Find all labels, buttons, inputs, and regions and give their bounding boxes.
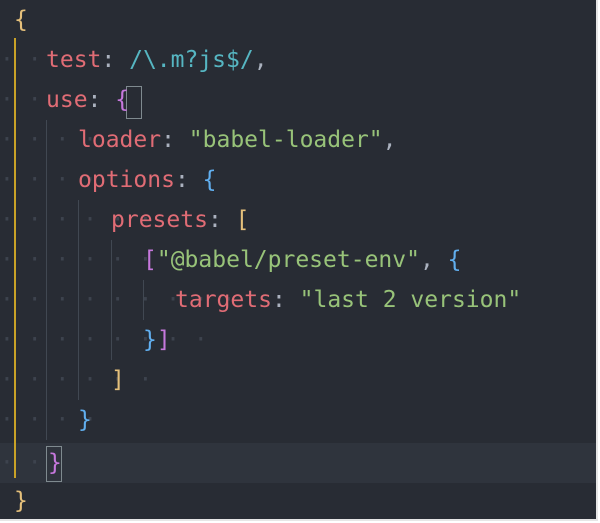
- code-token: options: [78, 167, 175, 193]
- code-token: ]: [156, 327, 171, 353]
- current-line-highlight: [0, 443, 596, 483]
- code-token: ]: [111, 367, 125, 393]
- code-token: }: [78, 407, 92, 433]
- code-token: :: [271, 287, 300, 313]
- code-token: {: [14, 7, 28, 33]
- code-token: presets: [111, 207, 208, 233]
- code-token: /\.m?js$/: [129, 47, 254, 73]
- code-token: :: [87, 87, 116, 113]
- code-token: :: [207, 207, 236, 233]
- code-token: [: [235, 207, 250, 233]
- code-line: · · · · · · presets: [: [0, 207, 250, 233]
- code-line: · · test: /\.m?js$/,: [0, 47, 268, 73]
- code-token: "babel-loader": [188, 127, 383, 153]
- code-token: :: [101, 47, 130, 73]
- code-token: :: [161, 127, 189, 153]
- code-token: "@babel/preset-env": [156, 247, 420, 273]
- code-line: · · · · options: {: [0, 167, 217, 193]
- code-line: · · · · · · ]: [0, 367, 167, 393]
- code-token: }: [48, 450, 62, 476]
- code-line: · · }: [0, 450, 62, 476]
- code-token: test: [46, 47, 102, 73]
- code-token: [: [143, 247, 157, 273]
- code-line: {: [0, 0, 55, 40]
- code-token: }: [14, 488, 28, 514]
- code-line: · · · · · · · · }]: [0, 327, 222, 353]
- code-token: loader: [78, 127, 162, 153]
- code-token: {: [115, 87, 130, 113]
- code-line: · · · · loader: "babel-loader",: [0, 127, 397, 153]
- code-line: }: [0, 481, 55, 519]
- code-token: targets: [175, 287, 272, 313]
- code-token: ,: [382, 127, 397, 153]
- code-token: {: [447, 247, 462, 273]
- code-token: {: [202, 167, 217, 193]
- code-editor[interactable]: { · · test: /\.m?js$/, · · use: { · · · …: [0, 0, 598, 521]
- code-line: · · · · · · · · ["@babel/preset-env", {: [0, 247, 462, 273]
- code-token: :: [174, 167, 203, 193]
- code-token: "last 2 version": [299, 287, 522, 313]
- code-line: · · use: {: [0, 87, 130, 113]
- code-token: use: [46, 87, 88, 113]
- code-token: ,: [419, 247, 448, 273]
- code-line: · · · · }: [0, 407, 111, 433]
- code-token: ,: [253, 47, 268, 73]
- code-line: · · · · · · · · · targets: "last 2 versi…: [0, 287, 522, 313]
- code-token: }: [143, 327, 157, 353]
